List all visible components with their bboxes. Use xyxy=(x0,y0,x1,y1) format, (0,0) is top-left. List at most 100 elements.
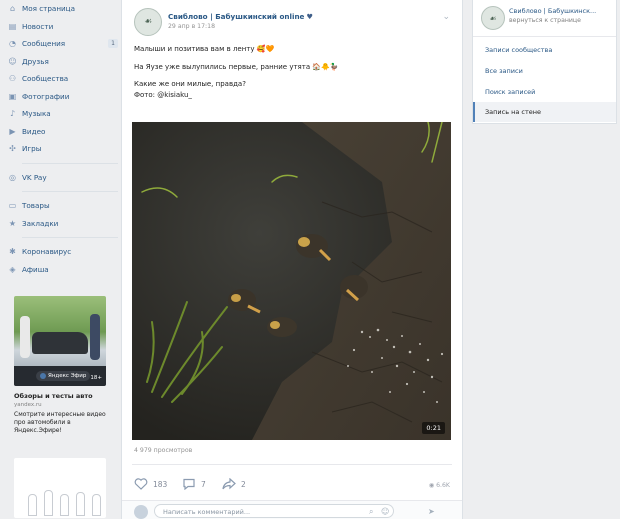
poster-icon: ◈ xyxy=(9,264,16,274)
glass-icon xyxy=(92,494,101,516)
nav-item-groups[interactable]: ⚇ Сообщества xyxy=(8,70,120,88)
nav-divider xyxy=(22,162,118,164)
bookmarks-icon: ★ xyxy=(8,218,17,228)
post-author-name[interactable]: Свиблово | Бабушкинский online xyxy=(168,12,304,21)
like-count: 183 xyxy=(153,479,168,489)
friends-icon: ☺ xyxy=(8,56,17,66)
panel-divider xyxy=(473,36,616,37)
post-text-line: Малыши и позитива вам в ленту 🥰🧡 xyxy=(134,45,275,53)
nav-item-label: Сообщения xyxy=(22,39,66,49)
games-icon: ✣ xyxy=(9,144,16,154)
like-button[interactable]: 183 xyxy=(134,478,167,490)
news-icon: ▤ xyxy=(8,21,17,31)
nav-item-label: Моя страница xyxy=(22,4,75,14)
nav-item-label: Сообщества xyxy=(22,74,69,84)
community-avatar[interactable]: ☙ xyxy=(481,6,505,30)
nav-item-music[interactable]: ♪ Музыка xyxy=(8,105,120,123)
community-avatar[interactable]: ☙ xyxy=(134,8,162,36)
eye-icon: ◉ xyxy=(428,482,437,489)
photos-icon: ▣ xyxy=(8,91,17,101)
messages-icon: ◔ xyxy=(9,39,16,49)
ad-card-2[interactable] xyxy=(14,458,106,518)
nav-item-friends[interactable]: ☺ Друзья xyxy=(8,53,120,71)
ad-person-right xyxy=(90,314,100,360)
post-date[interactable]: 29 апр в 17:18 xyxy=(168,23,215,30)
nav-item-label: Игры xyxy=(22,144,42,154)
glass-icon xyxy=(44,490,53,516)
nav-item-label: Коронавирус xyxy=(22,247,72,257)
ad-car xyxy=(32,332,88,354)
community-title[interactable]: Свиблово | Бабушкинск... xyxy=(509,7,613,15)
comment-input[interactable]: Написать комментарий... xyxy=(154,504,394,518)
send-icon[interactable]: ➤ xyxy=(428,507,435,516)
video-frame xyxy=(132,122,451,440)
groups-icon: ⚇ xyxy=(8,74,17,84)
duckling xyxy=(267,317,297,337)
nav-item-label: Афиша xyxy=(22,264,49,274)
seen-value: 6.6K xyxy=(436,482,450,489)
nav-item-label: Музыка xyxy=(22,109,51,119)
attach-icon[interactable]: ⌕ xyxy=(369,507,373,517)
virus-icon: ✱ xyxy=(9,247,16,257)
ad-age-rating: 18+ xyxy=(90,375,102,381)
post-text-line: Какие же они милые, правда? xyxy=(134,80,246,88)
nav-item-photos[interactable]: ▣ Фотографии xyxy=(8,88,120,106)
home-icon: ⌂ xyxy=(9,4,16,14)
nav-item-games[interactable]: ✣ Игры xyxy=(8,140,120,158)
share-button[interactable]: 2 xyxy=(222,478,246,490)
ad-image[interactable]: Яндекс Эфир 18+ xyxy=(14,296,106,386)
heart-icon xyxy=(134,478,148,490)
post-divider xyxy=(132,464,452,465)
nav-item-label: Товары xyxy=(22,201,50,211)
ad-title[interactable]: Обзоры и тесты авто xyxy=(14,392,106,400)
emoji-icon[interactable]: ☺ xyxy=(381,507,389,516)
video-icon: ▶ xyxy=(9,126,16,136)
post-video[interactable]: 0:21 xyxy=(132,122,451,440)
nav-item-vkpay[interactable]: ◎ VK Pay xyxy=(8,169,120,187)
post-author[interactable]: Свиблово | Бабушкинский online ♥ xyxy=(168,12,313,21)
heart-icon: ♥ xyxy=(306,12,313,21)
nav-item-coronavirus[interactable]: ✱ Коронавирус xyxy=(8,243,120,261)
nav-item-label: Фотографии xyxy=(22,91,70,101)
nav-divider xyxy=(22,237,118,238)
nav-item-video[interactable]: ▶ Видео xyxy=(8,123,120,141)
left-nav: ⌂ Моя страница ▤ Новости ◔ Сообщения 1 ☺… xyxy=(8,0,120,278)
post-text-line: Фото: @kisiaku_ xyxy=(134,90,192,99)
menu-item-wall-post[interactable]: Запись на стене xyxy=(473,102,616,122)
ad-description: Смотрите интересные видео про автомобили… xyxy=(14,411,106,434)
nav-item-my-page[interactable]: ⌂ Моя страница xyxy=(8,0,120,18)
nav-item-bookmarks[interactable]: ★ Закладки xyxy=(8,215,120,233)
messages-badge: 1 xyxy=(108,39,118,48)
nav-item-label: Новости xyxy=(22,21,54,31)
ad-source-pill: Яндекс Эфир xyxy=(36,371,91,381)
chevron-down-icon[interactable]: ⌄ xyxy=(442,12,450,22)
share-icon xyxy=(222,478,236,490)
comment-button[interactable]: 7 xyxy=(182,478,206,490)
menu-item-all-posts[interactable]: Все записи xyxy=(473,61,616,81)
back-to-page-link[interactable]: вернуться к странице xyxy=(509,17,581,24)
nav-item-poster[interactable]: ◈ Афиша xyxy=(8,261,120,279)
ad-pill-label: Яндекс Эфир xyxy=(48,373,87,379)
nav-item-label: Видео xyxy=(22,126,46,136)
nav-item-news[interactable]: ▤ Новости xyxy=(8,18,120,36)
post-text-line: На Яузе уже вылупились первые, ранние ут… xyxy=(134,62,339,71)
glass-icon xyxy=(60,494,69,516)
play-icon xyxy=(40,373,46,379)
share-count: 2 xyxy=(241,479,246,489)
nav-item-messages[interactable]: ◔ Сообщения 1 xyxy=(8,35,120,53)
glass-icon xyxy=(76,492,85,516)
right-panel: ☙ Свиблово | Бабушкинск... вернуться к с… xyxy=(472,0,617,124)
wall-post: ☙ Свиблово | Бабушкинский online ♥ 29 апр… xyxy=(121,0,463,519)
ad-card[interactable]: Яндекс Эфир 18+ Обзоры и тесты авто yand… xyxy=(14,296,106,435)
ad-source: yandex.ru xyxy=(14,402,42,408)
goods-icon: ▭ xyxy=(8,201,17,211)
menu-item-search-posts[interactable]: Поиск записей xyxy=(473,82,616,102)
comment-bar: Написать комментарий... ⌕ ☺ ➤ xyxy=(122,500,462,519)
menu-item-community-posts[interactable]: Записи сообщества xyxy=(473,40,616,60)
music-icon: ♪ xyxy=(9,109,16,119)
nav-item-label: Друзья xyxy=(22,56,49,66)
seen-count: ◉ 6.6K xyxy=(429,482,450,489)
avatar xyxy=(134,505,148,519)
nav-item-goods[interactable]: ▭ Товары xyxy=(8,197,120,215)
video-views: 4 979 просмотров xyxy=(134,447,193,454)
